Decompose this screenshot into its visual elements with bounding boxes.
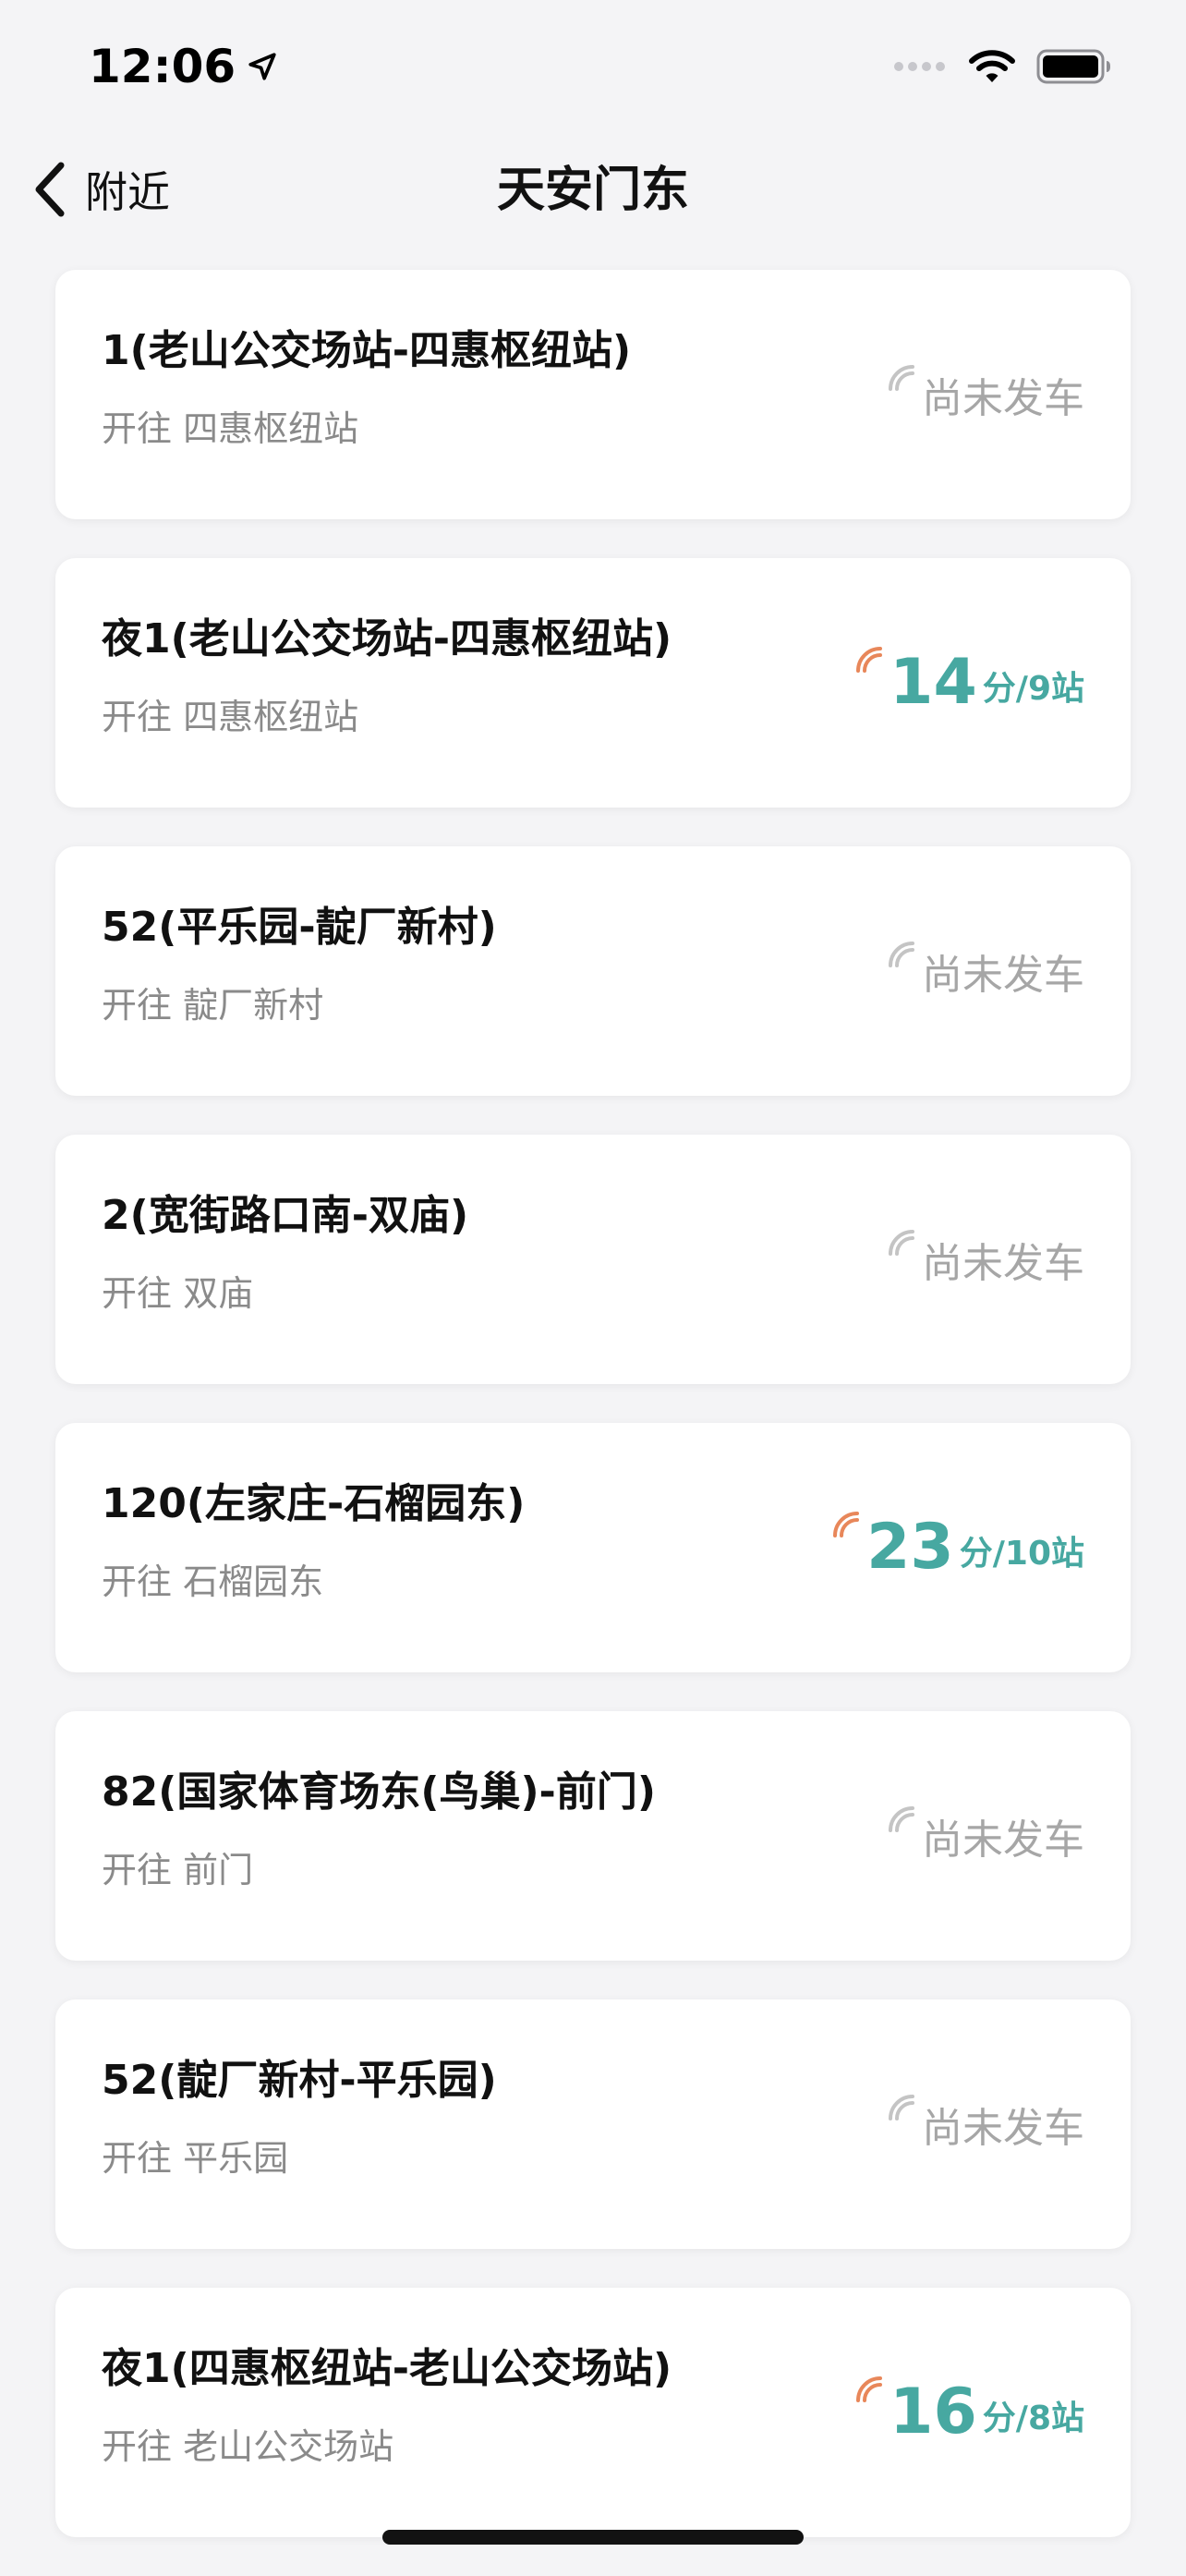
wifi-icon (969, 50, 1015, 82)
status-bar: 12:06 (0, 0, 1186, 129)
status-text: 尚未发车 (922, 2105, 1084, 2152)
route-card[interactable]: 夜1(四惠枢纽站-老山公交场站) 开往 老山公交场站 16 分/8站 (55, 2288, 1131, 2537)
route-name: 52(靛厂新村-平乐园) (102, 2057, 497, 2104)
eta-minutes: 23 (866, 1511, 954, 1584)
route-direction: 开往 石榴园东 (102, 1561, 324, 1602)
route-list: 1(老山公交场站-四惠枢纽站) 开往 四惠枢纽站 尚未发车 夜1(老山公交场站-… (55, 270, 1131, 2576)
realtime-signal-icon (889, 2095, 914, 2120)
realtime-signal-icon (889, 942, 914, 967)
route-card[interactable]: 82(国家体育场东(鸟巢)-前门) 开往 前门 尚未发车 (55, 1711, 1131, 1961)
route-status: 尚未发车 (885, 846, 1084, 1096)
cellular-signal-icon (894, 62, 945, 71)
route-name: 夜1(老山公交场站-四惠枢纽站) (102, 615, 672, 662)
realtime-signal-icon (889, 365, 914, 391)
location-arrow-icon (248, 53, 276, 80)
realtime-signal-icon (833, 1512, 860, 1537)
realtime-signal-icon (889, 1230, 914, 1256)
route-direction: 开往 四惠枢纽站 (102, 697, 359, 737)
route-name: 120(左家庄-石榴园东) (102, 1480, 526, 1527)
status-text: 尚未发车 (922, 1817, 1084, 1864)
eta-minutes: 14 (890, 646, 977, 719)
route-card[interactable]: 夜1(老山公交场站-四惠枢纽站) 开往 四惠枢纽站 14 分/9站 (55, 558, 1131, 808)
route-direction: 开往 前门 (102, 1850, 254, 1890)
route-card[interactable]: 1(老山公交场站-四惠枢纽站) 开往 四惠枢纽站 尚未发车 (55, 270, 1131, 519)
route-direction: 开往 四惠枢纽站 (102, 408, 359, 449)
status-time: 12:06 (89, 33, 278, 100)
route-status: 尚未发车 (885, 1135, 1084, 1384)
route-name: 夜1(四惠枢纽站-老山公交场站) (102, 2345, 672, 2392)
route-direction: 开往 平乐园 (102, 2138, 289, 2179)
battery-icon (1036, 49, 1110, 84)
status-text: 尚未发车 (922, 952, 1084, 999)
status-text: 尚未发车 (922, 375, 1084, 422)
realtime-signal-icon (856, 647, 883, 673)
status-text: 尚未发车 (922, 1240, 1084, 1287)
home-indicator[interactable] (382, 2530, 804, 2545)
route-status: 14 分/9站 (853, 558, 1084, 808)
realtime-signal-icon (856, 2376, 883, 2402)
route-name: 52(平乐园-靛厂新村) (102, 904, 497, 951)
route-direction: 开往 老山公交场站 (102, 2426, 394, 2467)
route-direction: 开往 双庙 (102, 1273, 254, 1314)
eta-unit: 分/8站 (982, 2400, 1084, 2437)
route-status: 16 分/8站 (853, 2288, 1084, 2537)
route-card[interactable]: 2(宽街路口南-双庙) 开往 双庙 尚未发车 (55, 1135, 1131, 1384)
page-title: 天安门东 (496, 163, 689, 218)
route-status: 尚未发车 (885, 270, 1084, 519)
status-time-text: 12:06 (89, 40, 236, 93)
navigation-bar: 附近 天安门东 (0, 129, 1186, 249)
route-name: 82(国家体育场东(鸟巢)-前门) (102, 1768, 656, 1816)
eta-unit: 分/9站 (982, 670, 1084, 708)
route-name: 2(宽街路口南-双庙) (102, 1192, 469, 1239)
status-indicators (892, 44, 1112, 89)
route-status: 尚未发车 (885, 1711, 1084, 1961)
route-direction: 开往 靛厂新村 (102, 985, 324, 1026)
route-status: 23 分/10站 (829, 1423, 1084, 1672)
route-name: 1(老山公交场站-四惠枢纽站) (102, 327, 632, 374)
eta-minutes: 16 (890, 2376, 977, 2448)
realtime-signal-icon (889, 1806, 914, 1832)
route-card[interactable]: 52(平乐园-靛厂新村) 开往 靛厂新村 尚未发车 (55, 846, 1131, 1096)
route-card[interactable]: 120(左家庄-石榴园东) 开往 石榴园东 23 分/10站 (55, 1423, 1131, 1672)
eta-unit: 分/10站 (959, 1535, 1084, 1573)
route-card[interactable]: 52(靛厂新村-平乐园) 开往 平乐园 尚未发车 (55, 1999, 1131, 2249)
route-status: 尚未发车 (885, 1999, 1084, 2249)
